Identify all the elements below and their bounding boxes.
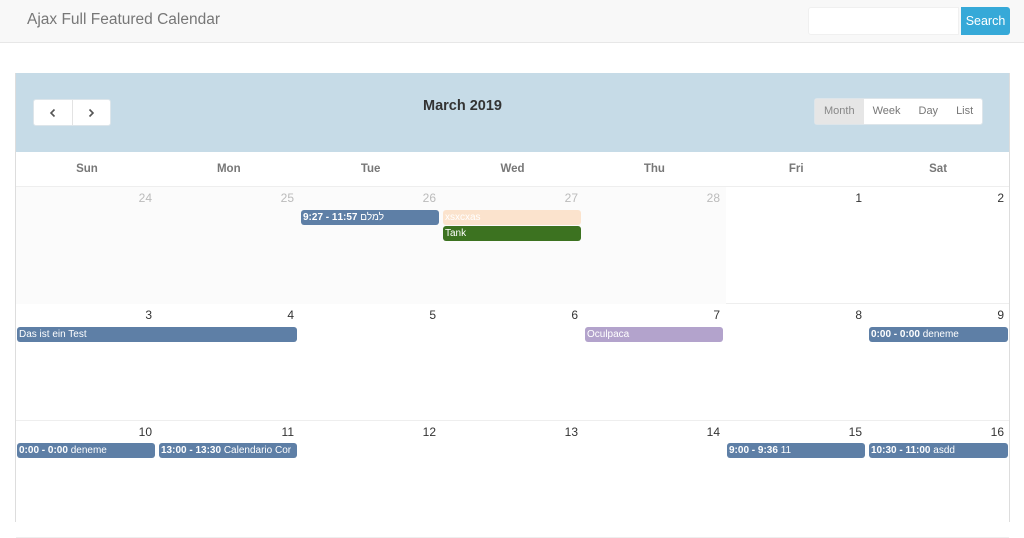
day-cell[interactable]: 7 bbox=[584, 304, 726, 421]
day-number: 5 bbox=[429, 308, 436, 322]
day-number: 4 bbox=[287, 308, 294, 322]
day-number: 2 bbox=[997, 191, 1004, 205]
weekday-label: Fri bbox=[788, 163, 804, 175]
day-cell[interactable]: 27 bbox=[442, 187, 584, 304]
event-bar[interactable]: 9:27 - 11:57 למלם bbox=[301, 210, 439, 225]
event-time: 10:30 - 11:00 bbox=[871, 445, 931, 456]
day-cell[interactable]: 28 bbox=[584, 187, 726, 304]
weekday-label: Sun bbox=[76, 163, 98, 175]
day-number: 27 bbox=[564, 191, 578, 205]
day-cell[interactable]: 11 bbox=[158, 421, 300, 538]
day-cell[interactable]: 1 bbox=[726, 187, 868, 304]
day-number: 25 bbox=[280, 191, 294, 205]
weekday-label: Wed bbox=[500, 163, 525, 175]
day-cell[interactable]: 8 bbox=[726, 304, 868, 421]
weekday-label: Tue bbox=[360, 163, 381, 175]
event-time: 13:00 - 13:30 bbox=[161, 445, 222, 456]
event-title: xsxcxas bbox=[445, 212, 481, 223]
weekday-label: Sat bbox=[929, 163, 948, 175]
event-time: 9:00 - 9:36 bbox=[729, 445, 778, 456]
day-number: 11 bbox=[281, 425, 294, 439]
day-cell[interactable]: 5 bbox=[300, 304, 442, 421]
calendar: March 2019 Month Week Day List Sun Mon T… bbox=[15, 73, 1010, 538]
day-number: 10 bbox=[138, 425, 152, 439]
day-number: 24 bbox=[138, 191, 152, 205]
event-bar[interactable]: xsxcxas bbox=[443, 210, 581, 225]
day-cell[interactable]: 9 bbox=[868, 304, 1010, 421]
event-bar[interactable]: 10:30 - 11:00 asdd bbox=[869, 443, 1008, 458]
day-cell[interactable]: 26 bbox=[300, 187, 442, 304]
event-title: Oculpaca bbox=[587, 329, 630, 340]
event-title: Tank bbox=[445, 228, 467, 239]
day-cell[interactable]: 6 bbox=[442, 304, 584, 421]
weekday-label: Mon bbox=[216, 163, 241, 175]
day-number: 12 bbox=[422, 425, 436, 439]
event-title: asdd bbox=[933, 445, 955, 456]
view-week-button[interactable]: Week bbox=[864, 99, 910, 124]
day-cell[interactable]: 10 bbox=[16, 421, 158, 538]
day-cell[interactable]: 12 bbox=[300, 421, 442, 538]
calendar-toolbar: March 2019 Month Week Day List bbox=[16, 73, 1009, 152]
event-bar[interactable]: 9:00 - 9:36 11 bbox=[727, 443, 865, 458]
day-cell[interactable]: 2 bbox=[868, 187, 1010, 304]
weekday-label: Thu bbox=[643, 163, 665, 175]
event-bar[interactable]: 0:00 - 0:00 deneme bbox=[17, 443, 155, 458]
day-number: 6 bbox=[571, 308, 578, 322]
day-cell[interactable]: 14 bbox=[584, 421, 726, 538]
day-cell[interactable]: 3 bbox=[16, 304, 158, 421]
event-title: 11 bbox=[780, 445, 792, 456]
view-switcher: Month Week Day List bbox=[814, 98, 984, 125]
day-cell[interactable]: 4 bbox=[158, 304, 300, 421]
search-input[interactable] bbox=[808, 7, 959, 35]
day-number: 26 bbox=[422, 191, 436, 205]
app-title[interactable]: Ajax Full Featured Calendar bbox=[27, 11, 220, 29]
calendar-title: March 2019 bbox=[423, 98, 502, 114]
week-row: 3 4 5 6 7 8 9 Das ist ein Test Oculpaca … bbox=[16, 304, 1009, 421]
event-bar[interactable]: 0:00 - 0:00 deneme bbox=[869, 327, 1008, 342]
day-cell[interactable]: 13 bbox=[442, 421, 584, 538]
top-navbar: Ajax Full Featured Calendar Search bbox=[0, 0, 1024, 43]
day-number: 8 bbox=[855, 308, 862, 322]
event-bar[interactable]: 13:00 - 13:30 Calendario Cor bbox=[159, 443, 297, 458]
event-time: 0:00 - 0:00 bbox=[19, 445, 68, 456]
day-number: 14 bbox=[706, 425, 720, 439]
view-list-button[interactable]: List bbox=[947, 99, 982, 124]
view-month-button[interactable]: Month bbox=[815, 99, 864, 124]
event-time: 0:00 - 0:00 bbox=[871, 329, 920, 340]
day-number: 16 bbox=[990, 425, 1004, 439]
event-title: Calendario Cor bbox=[223, 445, 292, 456]
search-button[interactable]: Search bbox=[961, 7, 1010, 35]
day-cell[interactable]: 24 bbox=[16, 187, 158, 304]
event-title: deneme bbox=[70, 445, 107, 456]
event-title: deneme bbox=[922, 329, 959, 340]
day-number: 13 bbox=[564, 425, 578, 439]
day-cell[interactable]: 15 bbox=[726, 421, 868, 538]
weekday-header: Sun Mon Tue Wed Thu Fri Sat bbox=[16, 152, 1009, 187]
day-number: 3 bbox=[145, 308, 152, 322]
day-number: 28 bbox=[706, 191, 720, 205]
day-number: 7 bbox=[713, 308, 720, 322]
day-cell[interactable]: 16 bbox=[868, 421, 1010, 538]
week-row: 24 25 26 27 28 1 2 9:27 - 11:57 למלם xsx… bbox=[16, 187, 1009, 304]
day-cell[interactable]: 25 bbox=[158, 187, 300, 304]
event-title: למלם bbox=[360, 212, 385, 223]
view-day-button[interactable]: Day bbox=[910, 99, 948, 124]
event-title: Das ist ein Test bbox=[19, 329, 87, 340]
event-time: 9:27 - 11:57 bbox=[303, 212, 358, 223]
day-number: 15 bbox=[848, 425, 862, 439]
week-row: 10 11 12 13 14 15 16 0:00 - 0:00 deneme … bbox=[16, 421, 1009, 538]
day-number: 1 bbox=[855, 191, 862, 205]
event-bar[interactable]: Das ist ein Test bbox=[17, 327, 297, 342]
event-bar[interactable]: Tank bbox=[443, 226, 581, 241]
day-number: 9 bbox=[997, 308, 1004, 322]
event-bar[interactable]: Oculpaca bbox=[585, 327, 723, 342]
